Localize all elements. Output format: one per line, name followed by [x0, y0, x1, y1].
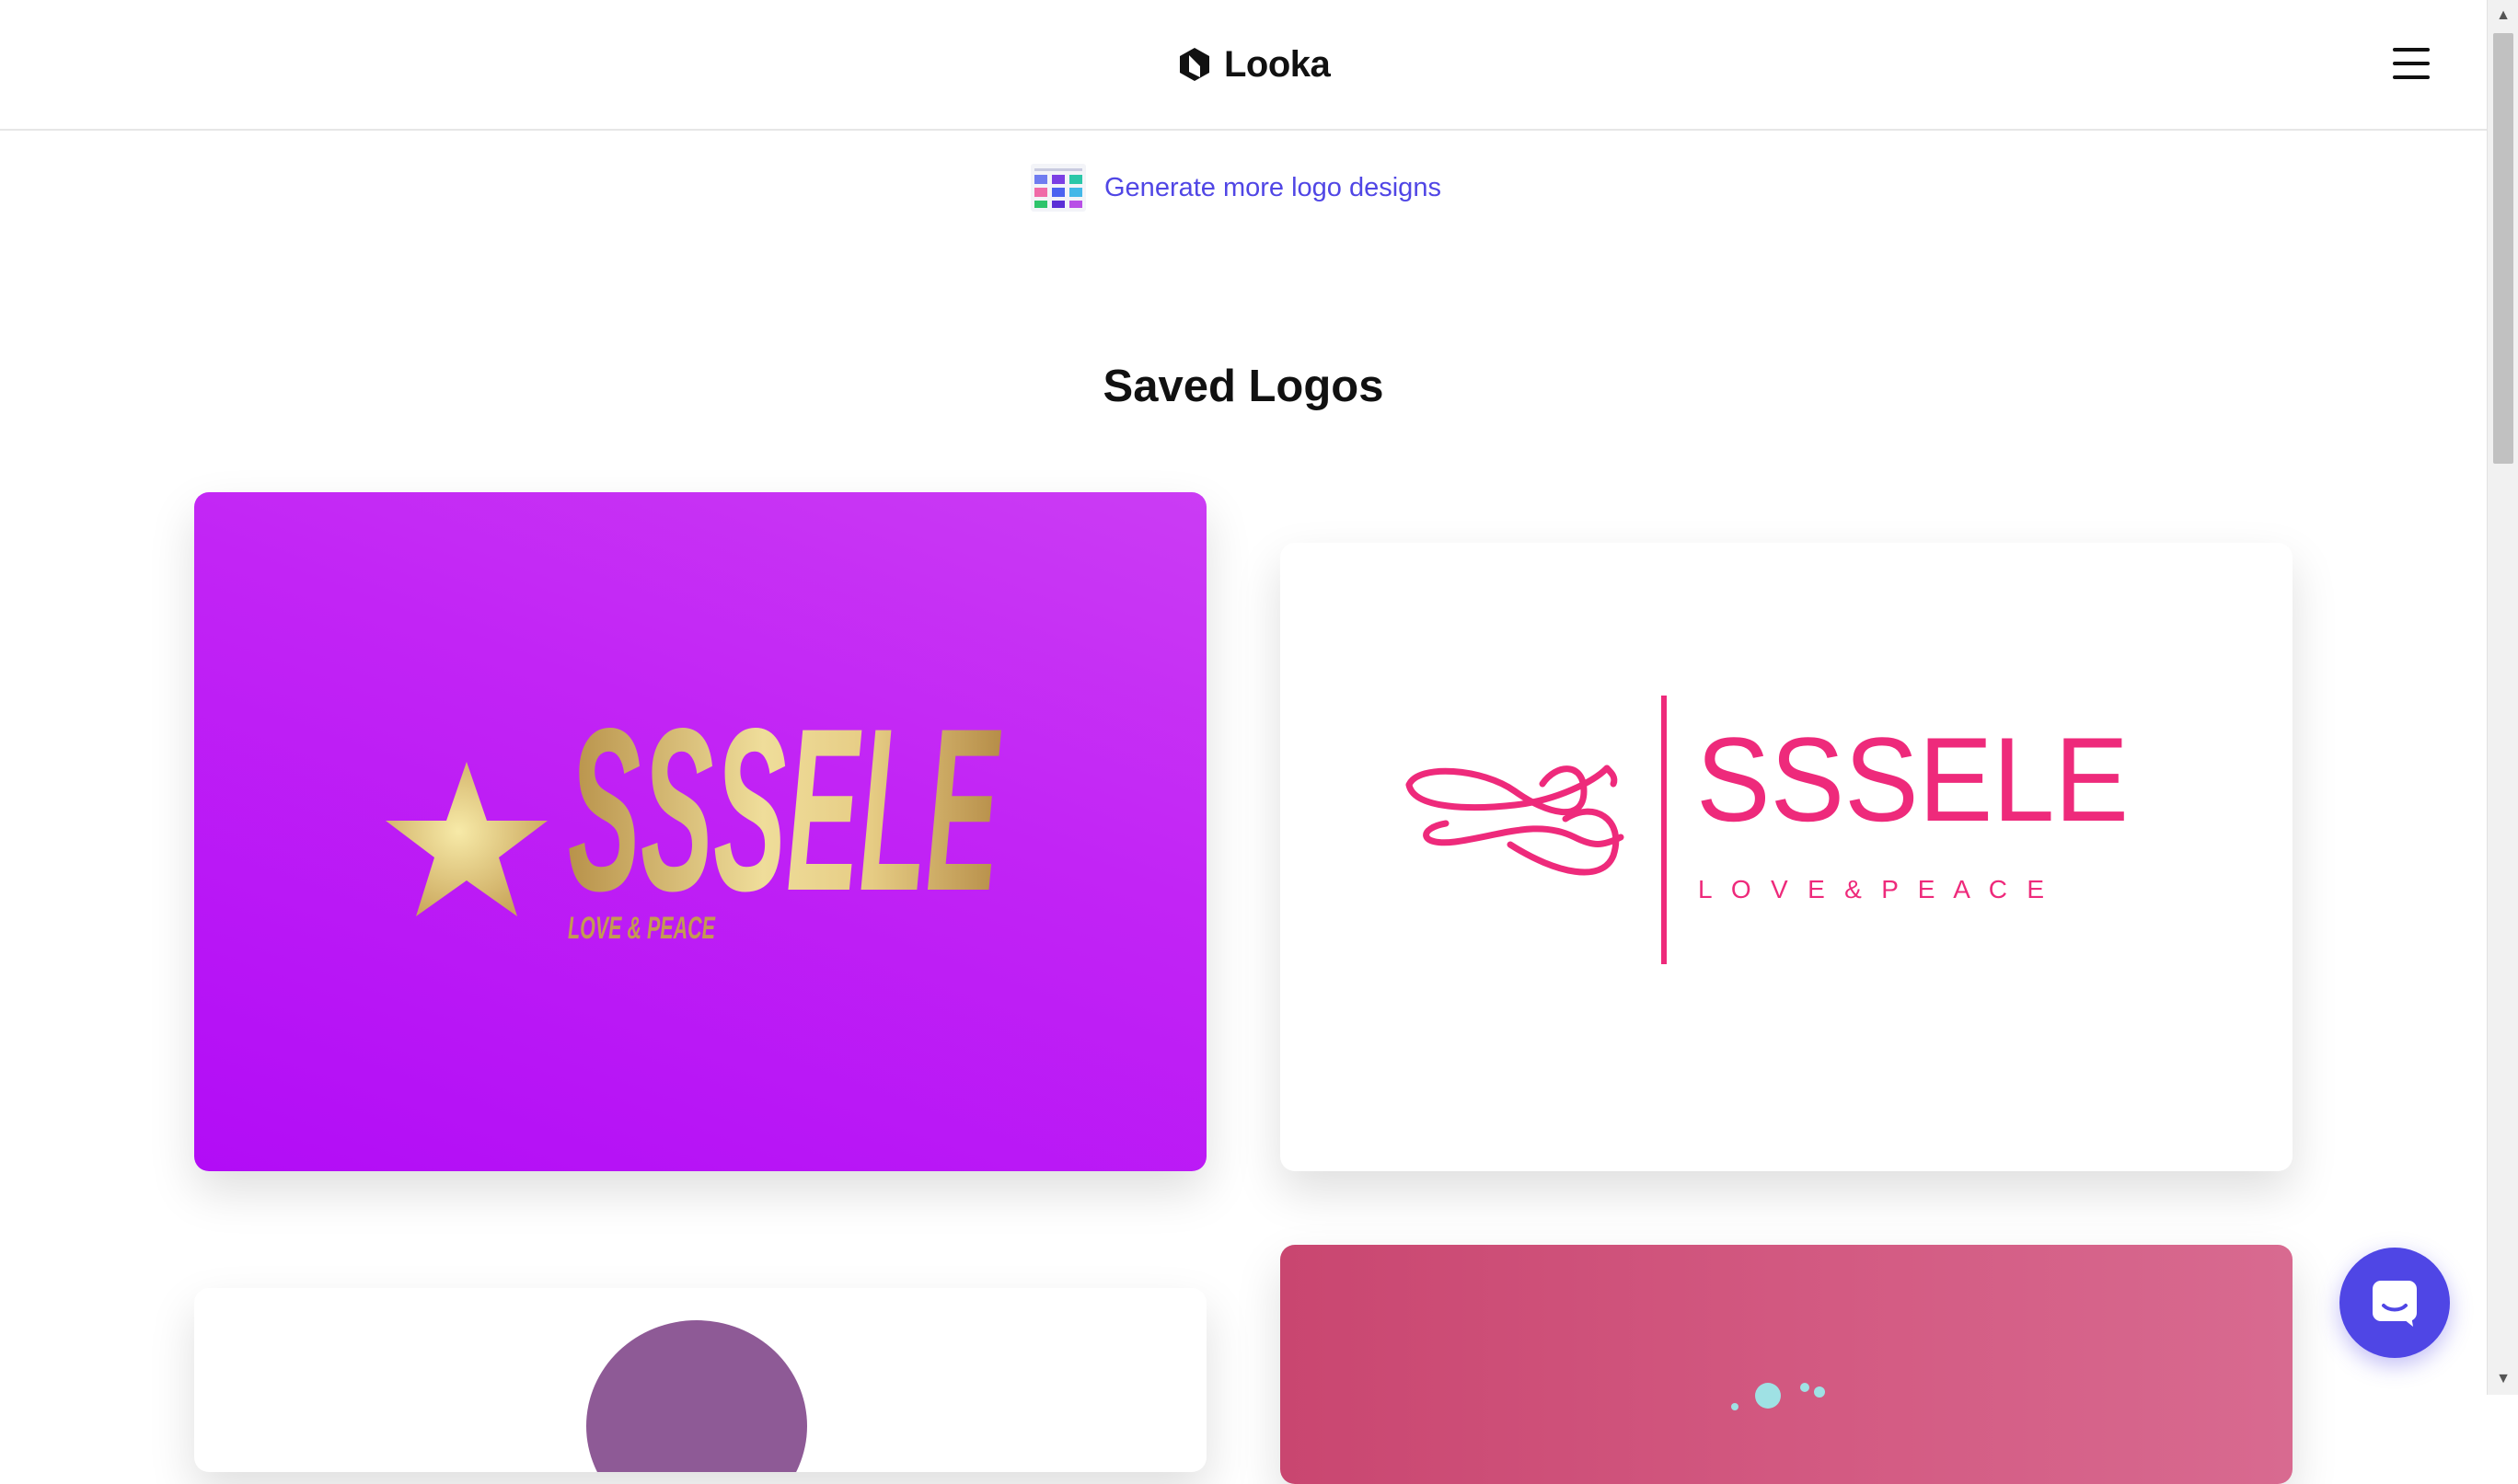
teal-dot [1731, 1403, 1738, 1410]
infinity-swirl-icon [1405, 765, 1624, 876]
vertical-divider [1661, 696, 1667, 964]
logo-slogan: L O V E & P E A C E [1698, 875, 2044, 903]
star-icon [386, 762, 548, 916]
scroll-down-arrow-icon[interactable]: ▼ [2488, 1363, 2518, 1395]
saved-logo-card[interactable]: SSSELE LOVE & PEACE [194, 492, 1207, 1171]
page-title: Saved Logos [1103, 362, 1384, 411]
logo-preview [586, 1320, 807, 1472]
hamburger-menu-icon[interactable] [2393, 48, 2430, 79]
chat-bubble-icon [2373, 1281, 2417, 1327]
logo-slogan: LOVE & PEACE [568, 911, 716, 946]
scrollbar-thumb[interactable] [2493, 33, 2513, 464]
logo-preview: SSSELE LOVE & PEACE [386, 681, 1001, 946]
looka-logo-icon [1180, 48, 1209, 81]
logo-preview: SSSELE L O V E & P E A C E [1405, 696, 2129, 964]
circle-emblem [586, 1320, 807, 1472]
saved-logo-card[interactable]: SSSELE L O V E & P E A C E [1280, 543, 2293, 1171]
generate-more-logos-label: Generate more logo designs [1104, 172, 1441, 202]
logo-name: SSSELE [1696, 712, 2129, 846]
teal-dot [1814, 1386, 1825, 1398]
brand-name: Looka [1224, 43, 1331, 85]
brand-logo[interactable]: Looka [1176, 40, 1331, 88]
logo-name: SSSELE [568, 681, 1001, 939]
chat-launcher-button[interactable] [2339, 1248, 2450, 1358]
saved-logo-card[interactable] [1280, 1245, 2293, 1484]
teal-dot [1755, 1383, 1781, 1409]
vertical-scrollbar[interactable]: ▲ ▼ [2487, 0, 2518, 1395]
teal-dot [1800, 1383, 1809, 1392]
scroll-up-arrow-icon[interactable]: ▲ [2488, 0, 2518, 31]
generate-more-logos-link[interactable]: Generate more logo designs [1031, 162, 1441, 213]
logo-preview [1731, 1383, 1825, 1410]
saved-logo-card[interactable] [194, 1288, 1207, 1472]
top-header: Looka [0, 0, 2487, 131]
logo-grid-thumbnail-icon [1031, 164, 1086, 212]
